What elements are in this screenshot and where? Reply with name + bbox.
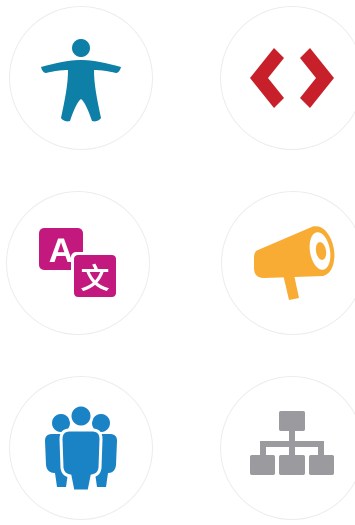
translate-latin-glyph: A (49, 232, 74, 270)
sitemap-tile[interactable] (220, 376, 355, 520)
accessibility-tile[interactable] (9, 6, 153, 150)
translate-tile[interactable]: A 文 (6, 191, 150, 335)
translate-cjk-glyph: 文 (81, 262, 109, 295)
megaphone-tile[interactable] (221, 191, 355, 335)
people-group-icon (45, 403, 117, 493)
megaphone-icon (254, 226, 335, 300)
code-tile[interactable] (220, 6, 355, 150)
translate-icon: A 文 (39, 228, 119, 300)
code-icon (250, 48, 334, 108)
accessibility-icon (41, 39, 121, 122)
sitemap-icon (250, 411, 334, 475)
people-group-tile[interactable] (9, 376, 153, 520)
